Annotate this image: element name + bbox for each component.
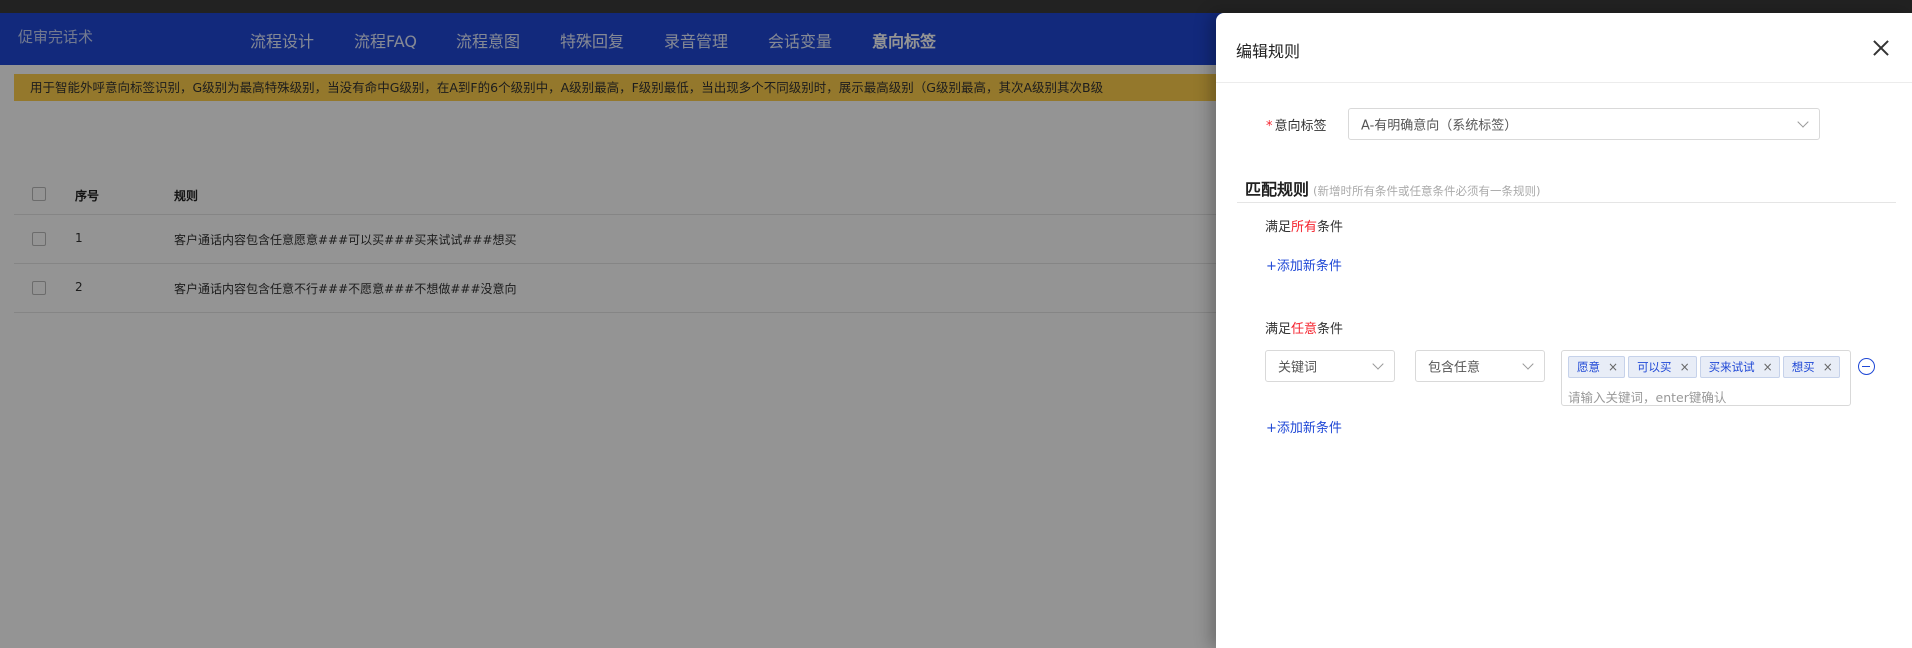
tag-close-icon[interactable]: × [1763,360,1773,374]
tag-close-icon[interactable]: × [1680,360,1690,374]
remove-condition-icon[interactable] [1858,358,1875,375]
chevron-down-icon [1797,116,1809,128]
condition-field-select[interactable]: 关键词 [1265,350,1395,382]
condition-operator-value: 包含任意 [1428,360,1481,376]
drawer-header: 编辑规则 [1216,13,1912,83]
condition-field-value: 关键词 [1278,360,1318,376]
required-mark: * [1266,119,1273,134]
keyword-tag: 愿意 × [1568,356,1626,378]
intent-tag-select[interactable]: A-有明确意向（系统标签） [1348,108,1820,140]
match-rules-title: 匹配规则 (新增时所有条件或任意条件必须有一条规则) [1245,180,1541,199]
tag-close-icon[interactable]: × [1608,360,1618,374]
keyword-tags: 愿意 × 可以买 × 买来试试 × 想买 × [1568,356,1843,378]
keyword-tag: 可以买 × [1628,356,1697,378]
add-all-condition-link[interactable]: +添加新条件 [1266,255,1342,274]
all-conditions-label: 满足所有条件 [1265,220,1344,235]
close-icon[interactable] [1872,39,1890,57]
section-divider [1237,202,1896,203]
keyword-input-placeholder[interactable]: 请输入关键词，enter键确认 [1568,387,1726,406]
any-conditions-label: 满足任意条件 [1265,322,1344,337]
keyword-tag: 买来试试 × [1699,356,1780,378]
tag-close-icon[interactable]: × [1823,360,1833,374]
condition-operator-select[interactable]: 包含任意 [1415,350,1545,382]
add-any-condition-link[interactable]: +添加新条件 [1266,417,1342,436]
intent-tag-value: A-有明确意向（系统标签） [1361,118,1518,134]
drawer-title: 编辑规则 [1236,42,1301,61]
chevron-down-icon [1522,358,1534,370]
intent-tag-label: * 意向标签 [1266,119,1327,134]
keyword-tag: 想买 × [1782,356,1840,378]
match-rules-hint: (新增时所有条件或任意条件必须有一条规则) [1313,184,1541,198]
chevron-down-icon [1372,358,1384,370]
keyword-tag-input[interactable]: 愿意 × 可以买 × 买来试试 × 想买 × 请输入关键词，enter键确认 [1561,350,1851,406]
